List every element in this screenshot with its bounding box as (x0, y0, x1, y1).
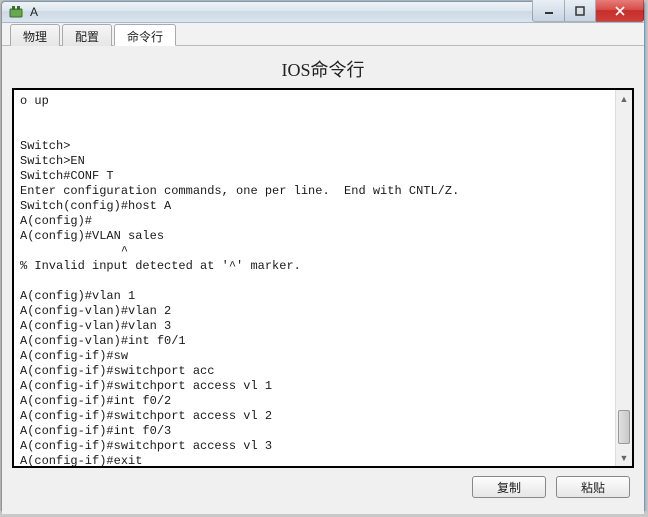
scroll-thumb[interactable] (618, 410, 630, 444)
content-area: IOS命令行 o up Switch> Switch>EN Switch#CON… (2, 46, 644, 514)
paste-button[interactable]: 粘贴 (556, 476, 630, 498)
tab-bar: 物理 配置 命令行 (2, 23, 644, 46)
app-window: A 物理 配置 命令行 IOS命令行 o up Switch> Switch>E… (1, 1, 645, 511)
scrollbar[interactable]: ▲ ▼ (615, 90, 632, 466)
maximize-button[interactable] (564, 0, 596, 22)
minimize-button[interactable] (532, 0, 564, 22)
tab-cli[interactable]: 命令行 (114, 24, 176, 46)
button-row: 复制 粘贴 (12, 468, 634, 508)
tab-config[interactable]: 配置 (62, 24, 112, 46)
app-icon (8, 4, 24, 20)
scroll-down-icon[interactable]: ▼ (616, 449, 632, 466)
minimize-icon (544, 6, 554, 16)
maximize-icon (575, 6, 585, 16)
window-controls (532, 0, 644, 22)
terminal-container: o up Switch> Switch>EN Switch#CONF T Ent… (12, 88, 634, 468)
terminal-output[interactable]: o up Switch> Switch>EN Switch#CONF T Ent… (14, 90, 615, 466)
window-title: A (30, 5, 532, 19)
close-icon (614, 5, 626, 17)
copy-button[interactable]: 复制 (472, 476, 546, 498)
tab-physical[interactable]: 物理 (10, 24, 60, 46)
titlebar: A (2, 2, 644, 23)
panel-title: IOS命令行 (12, 52, 634, 88)
close-button[interactable] (596, 0, 644, 22)
scroll-up-icon[interactable]: ▲ (616, 90, 632, 107)
